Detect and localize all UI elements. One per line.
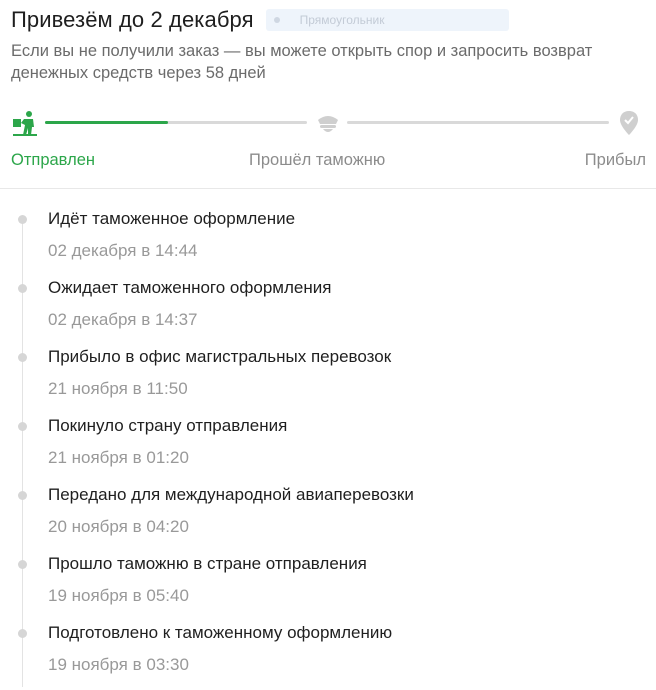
timeline-dot: [18, 284, 27, 293]
timeline-dot: [18, 560, 27, 569]
event-time: 21 ноября в 01:20: [48, 448, 189, 467]
event-time: 19 ноября в 05:40: [48, 586, 189, 605]
delivery-title: Привезём до 2 декабря: [11, 7, 254, 32]
event-title: Ожидает таможенного оформления: [48, 278, 332, 297]
progress-steps: Отправлен Прошёл таможню Прибыл: [11, 151, 646, 175]
event-title: Идёт таможенное оформление: [48, 209, 296, 228]
timeline-event: Идёт таможенное оформление 02 декабря в …: [0, 207, 656, 276]
progress-bar-segment-2: [347, 121, 609, 124]
progress-bar-fill: [45, 121, 169, 124]
event-time: 20 ноября в 04:20: [48, 517, 189, 536]
event-title: Передано для международной авиаперевозки: [48, 485, 414, 504]
timeline-dot: [18, 491, 27, 500]
timeline-event: Прибыло в офис магистральных перевозок 2…: [0, 345, 656, 414]
section-divider: [0, 188, 656, 189]
tracking-timeline: Идёт таможенное оформление 02 декабря в …: [0, 207, 656, 690]
location-pin-icon: [618, 110, 640, 136]
step-shipped: Отправлен: [11, 151, 95, 169]
label-chip-text: Прямоугольник: [299, 13, 385, 27]
courier-with-box-icon: [11, 110, 39, 136]
timeline-event: Подготовлено к таможенному оформлению 19…: [0, 621, 656, 690]
timeline-dot: [18, 629, 27, 638]
customs-officer-hat-icon: [315, 110, 341, 136]
dispute-note: Если вы не получили заказ — вы можете от…: [11, 42, 593, 82]
timeline-dot: [18, 215, 27, 224]
event-time: 02 декабря в 14:37: [48, 310, 198, 329]
timeline-dot: [18, 353, 27, 362]
timeline-event: Покинуло страну отправления 21 ноября в …: [0, 414, 656, 483]
step-customs-cleared: Прошёл таможню: [249, 151, 386, 169]
event-title: Подготовлено к таможенному оформлению: [48, 623, 393, 642]
event-time: 19 ноября в 03:30: [48, 655, 189, 674]
step-arrived: Прибыл: [584, 151, 646, 169]
event-title: Прибыло в офис магистральных перевозок: [48, 347, 392, 366]
timeline-event: Передано для международной авиаперевозки…: [0, 483, 656, 552]
event-time: 02 декабря в 14:44: [48, 241, 198, 260]
delivery-header: Привезём до 2 декабря Прямоугольник Если…: [11, 5, 646, 84]
timeline-event: Ожидает таможенного оформления 02 декабр…: [0, 276, 656, 345]
timeline-dot: [18, 422, 27, 431]
event-time: 21 ноября в 11:50: [48, 379, 188, 398]
progress-bar-segment-1: [45, 121, 307, 124]
delivery-progress: [11, 110, 645, 140]
title-row: Привезём до 2 декабря Прямоугольник: [11, 5, 646, 35]
chip-dot-icon: [273, 17, 280, 23]
event-title: Покинуло страну отправления: [48, 416, 288, 435]
event-title: Прошло таможню в стране отправления: [48, 554, 367, 573]
timeline-event: Прошло таможню в стране отправления 19 н…: [0, 552, 656, 621]
label-chip: Прямоугольник: [265, 9, 509, 31]
